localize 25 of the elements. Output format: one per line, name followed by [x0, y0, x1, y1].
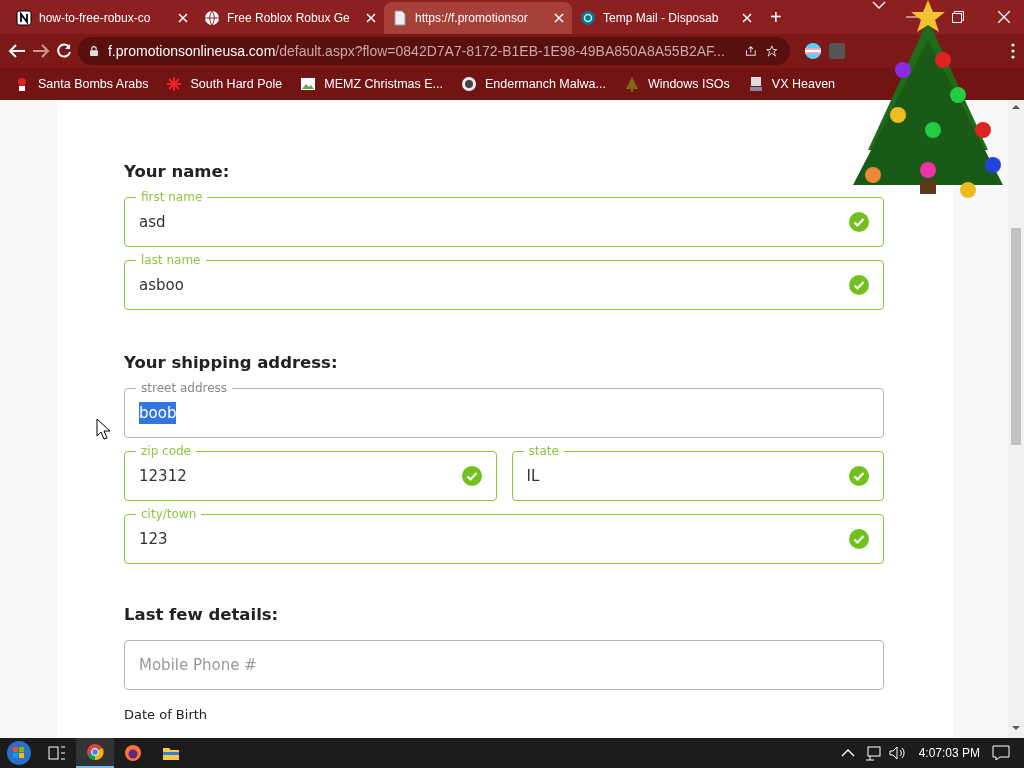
- tab-title: how-to-free-robux-co: [39, 10, 152, 27]
- bookmark[interactable]: Santa Bombs Arabs: [14, 74, 149, 94]
- browser-tab[interactable]: how-to-free-robux-co: [8, 2, 196, 34]
- section-title: Your name:: [124, 161, 231, 183]
- bookmark[interactable]: Windows ISOs: [623, 74, 730, 94]
- field-label: Date of Birth: [124, 706, 209, 724]
- field-label: city/town: [136, 506, 202, 522]
- bookmark[interactable]: South Hard Pole: [166, 74, 283, 94]
- bookmark[interactable]: VX Heaven: [747, 74, 836, 94]
- browser-tab[interactable]: Free Roblox Robux Ge: [196, 2, 384, 34]
- bookmark[interactable]: MEMZ Christmas E...: [300, 74, 443, 94]
- section-title: Last few details:: [124, 604, 280, 626]
- section-title: Your shipping address:: [124, 352, 339, 374]
- input-field[interactable]: Mobile Phone #: [124, 640, 884, 690]
- browser-tab[interactable]: Temp Mail - Disposab: [572, 2, 760, 34]
- tab-title: Temp Mail - Disposab: [603, 10, 720, 27]
- browser-tab[interactable]: https://f.promotionsor: [384, 2, 572, 34]
- address-bar[interactable]: f.promotionsonlineusa.com/default.aspx?flow=0842D7A7-8172-B1EB-1E98-49BA850A8A55B2AF...: [78, 37, 790, 65]
- tab-title: Free Roblox Robux Ge: [227, 10, 351, 27]
- field-label: zip code: [136, 443, 196, 459]
- clock[interactable]: 4:07:03 PM: [906, 744, 992, 762]
- tab-title: https://f.promotionsor: [415, 10, 529, 27]
- url-text: f.promotionsonlineusa.com/default.aspx?flow=0842D7A7-8172-B1EB-1E98-49BA850A8A55B2AF...: [108, 41, 725, 61]
- new-tab-button[interactable]: +: [760, 0, 792, 34]
- bookmark[interactable]: Endermanch Malwa...: [461, 74, 606, 94]
